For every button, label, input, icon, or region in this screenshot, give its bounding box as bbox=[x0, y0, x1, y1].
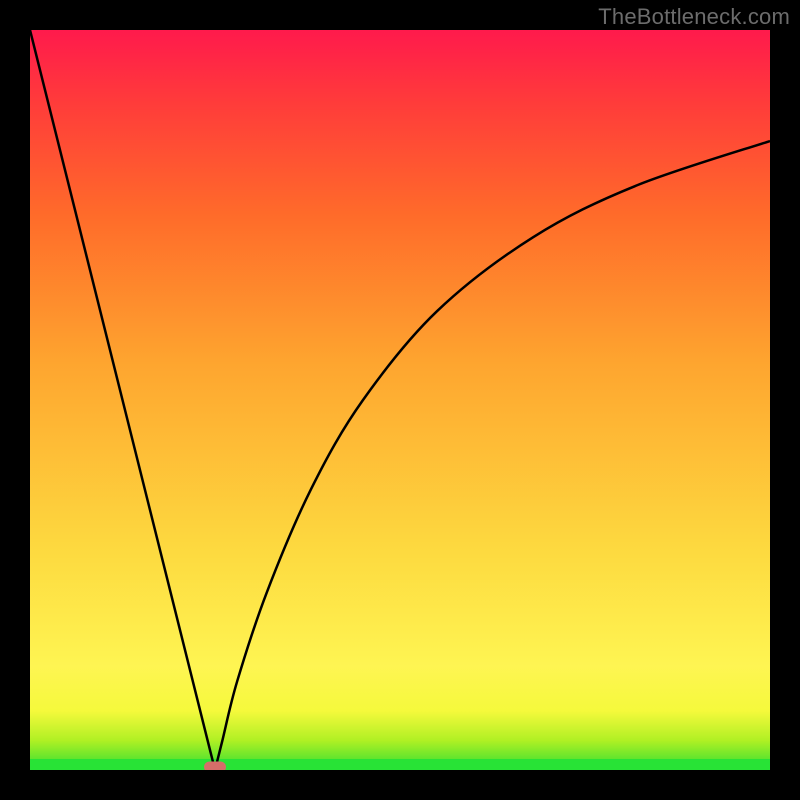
watermark-text: TheBottleneck.com bbox=[598, 4, 790, 30]
plot-area bbox=[30, 30, 770, 770]
bottleneck-curve bbox=[30, 30, 770, 770]
chart-frame: TheBottleneck.com bbox=[0, 0, 800, 800]
minimum-marker bbox=[204, 762, 226, 771]
